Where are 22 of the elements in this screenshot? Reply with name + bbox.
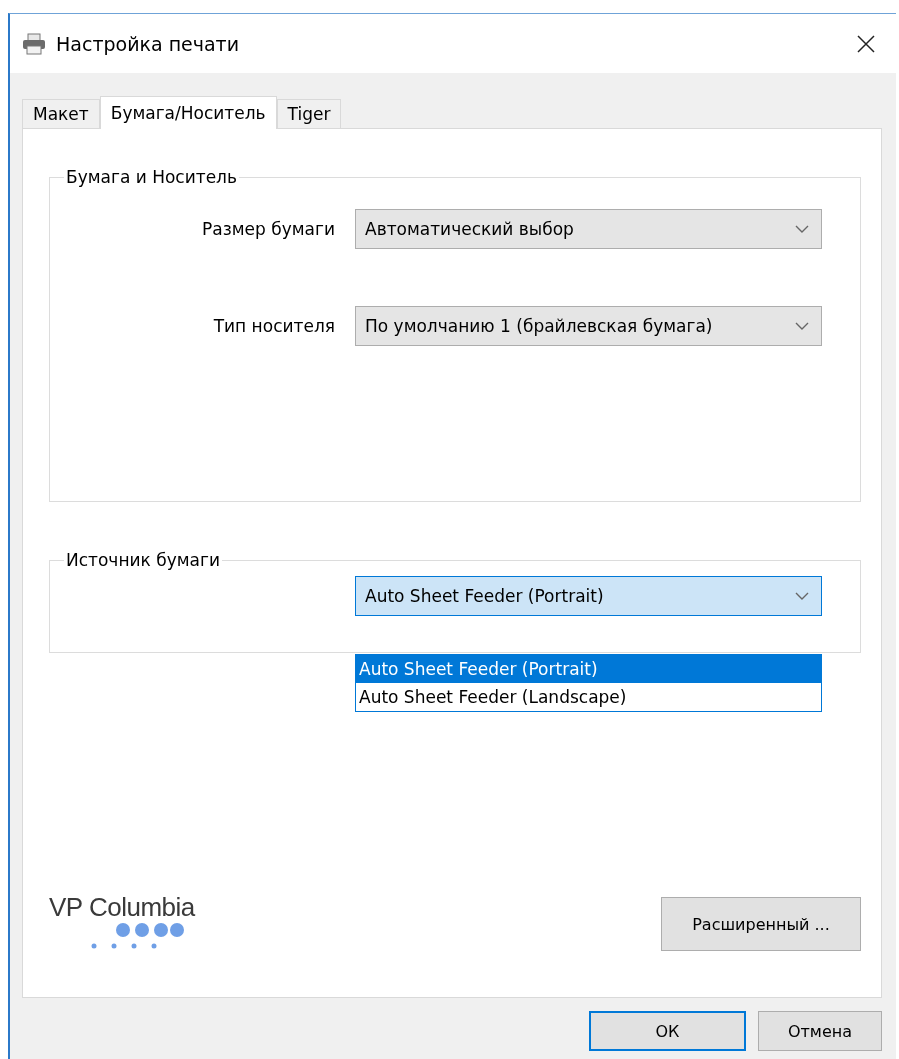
group-title: Бумага и Носитель [65,167,238,187]
close-icon [857,34,875,53]
field-label: Тип носителя [212,316,335,336]
dots-logo-icon [89,923,184,951]
ok-button[interactable]: ОК [589,1011,746,1051]
chevron-down-icon [795,225,809,233]
dropdown[interactable]: Автоматический выбор [355,209,822,249]
cancel-button[interactable]: Отмена [758,1011,882,1051]
dropdown[interactable]: По умолчанию 1 (брайлевская бумага) [355,306,822,346]
group-title: Источник бумаги [65,550,221,570]
dropdown-option[interactable]: Auto Sheet Feeder (Portrait) [356,655,821,683]
advanced-button[interactable]: Расширенный ... [661,897,861,951]
field-label: Размер бумаги [201,219,335,239]
window-title: Настройка печати [56,32,241,55]
dropdown[interactable]: Auto Sheet Feeder (Portrait) [355,576,822,616]
logo-text: VP Columbia [49,892,195,923]
tab[interactable]: Макет [22,99,100,128]
printer-icon [22,32,46,55]
tab[interactable]: Tiger [276,99,342,128]
chevron-down-icon [795,592,809,600]
chevron-down-icon [795,322,809,330]
tab[interactable]: Бумага/Носитель [99,96,277,129]
